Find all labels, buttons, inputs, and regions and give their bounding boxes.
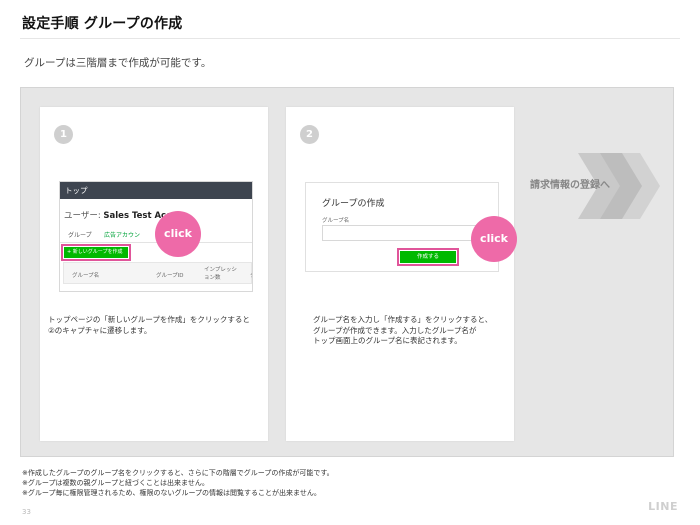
title-divider: [20, 38, 680, 39]
footnotes: ※作成したグループのグループ名をクリックすると、さらに下の階層でグループの作成が…: [22, 468, 334, 498]
line-logo: LINE: [648, 500, 678, 513]
description-line: トップ画面上のグループ名に表記されます。: [313, 336, 462, 345]
step-number-badge: 2: [300, 125, 319, 144]
column-group-id[interactable]: グループID: [156, 271, 184, 279]
step-description: グループ名を入力し「作成する」をクリックすると、 グループが作成できます。入力し…: [313, 315, 492, 347]
column-clicks[interactable]: ク: [250, 271, 252, 279]
footnote: ※作成したグループのグループ名をクリックすると、さらに下の階層でグループの作成が…: [22, 469, 334, 477]
page-title: 設定手順 グループの作成: [22, 16, 183, 32]
tab-ad-account[interactable]: 広告アカウン: [104, 230, 140, 239]
top-page-header: トップ: [60, 182, 252, 199]
user-name-line: ユーザー: Sales Test Acc: [64, 209, 171, 221]
create-button[interactable]: 作成する: [397, 248, 459, 266]
description-line: トップページの「新しいグループを作成」をクリックすると: [48, 315, 250, 324]
footnote: ※グループ毎に権限管理されるため、権限のないグループの情報は閲覧することが出来ま…: [22, 489, 321, 497]
click-callout: click: [471, 216, 517, 262]
user-prefix: ユーザー:: [64, 211, 104, 221]
column-group-name[interactable]: グループ名: [72, 271, 99, 279]
step-card-1: 1 トップ ユーザー: Sales Test Acc グループ 広告アカウン +…: [40, 107, 268, 441]
footnote: ※グループは複数の親グループと紐づくことは出来ません。: [22, 479, 209, 487]
description-line: ②のキャプチャに遷移します。: [48, 325, 152, 335]
column-impressions[interactable]: インプレッション数: [204, 266, 242, 282]
page-subtitle: グループは三階層まで作成が可能です。: [24, 57, 212, 69]
steps-panel: 1 トップ ユーザー: Sales Test Acc グループ 広告アカウン +…: [20, 87, 674, 457]
next-step-label: 請求情報の登録へ: [530, 180, 610, 191]
group-name-input[interactable]: [322, 225, 490, 241]
description-line: グループが作成できます。入力したグループ名が: [313, 325, 477, 335]
step-number-badge: 1: [54, 125, 73, 144]
create-group-screenshot: グループの作成 グループ名 作成する: [305, 182, 499, 272]
description-line: グループ名を入力し「作成する」をクリックすると、: [313, 315, 493, 324]
page-number: 33: [22, 508, 31, 516]
step-card-2: 2 グループの作成 グループ名 作成する click グループ名を入力し「作成す…: [286, 107, 517, 441]
new-group-button[interactable]: + 新しいグループを作成: [61, 244, 131, 261]
create-group-title: グループの作成: [322, 199, 385, 209]
click-callout: click: [155, 211, 201, 257]
tab-group[interactable]: グループ: [68, 230, 92, 239]
group-table-header: グループ名 グループID インプレッション数 ク: [63, 262, 252, 284]
group-name-label: グループ名: [322, 218, 350, 224]
step-description: トップページの「新しいグループを作成」をクリックすると ②のキャプチャに遷移しま…: [48, 315, 250, 336]
